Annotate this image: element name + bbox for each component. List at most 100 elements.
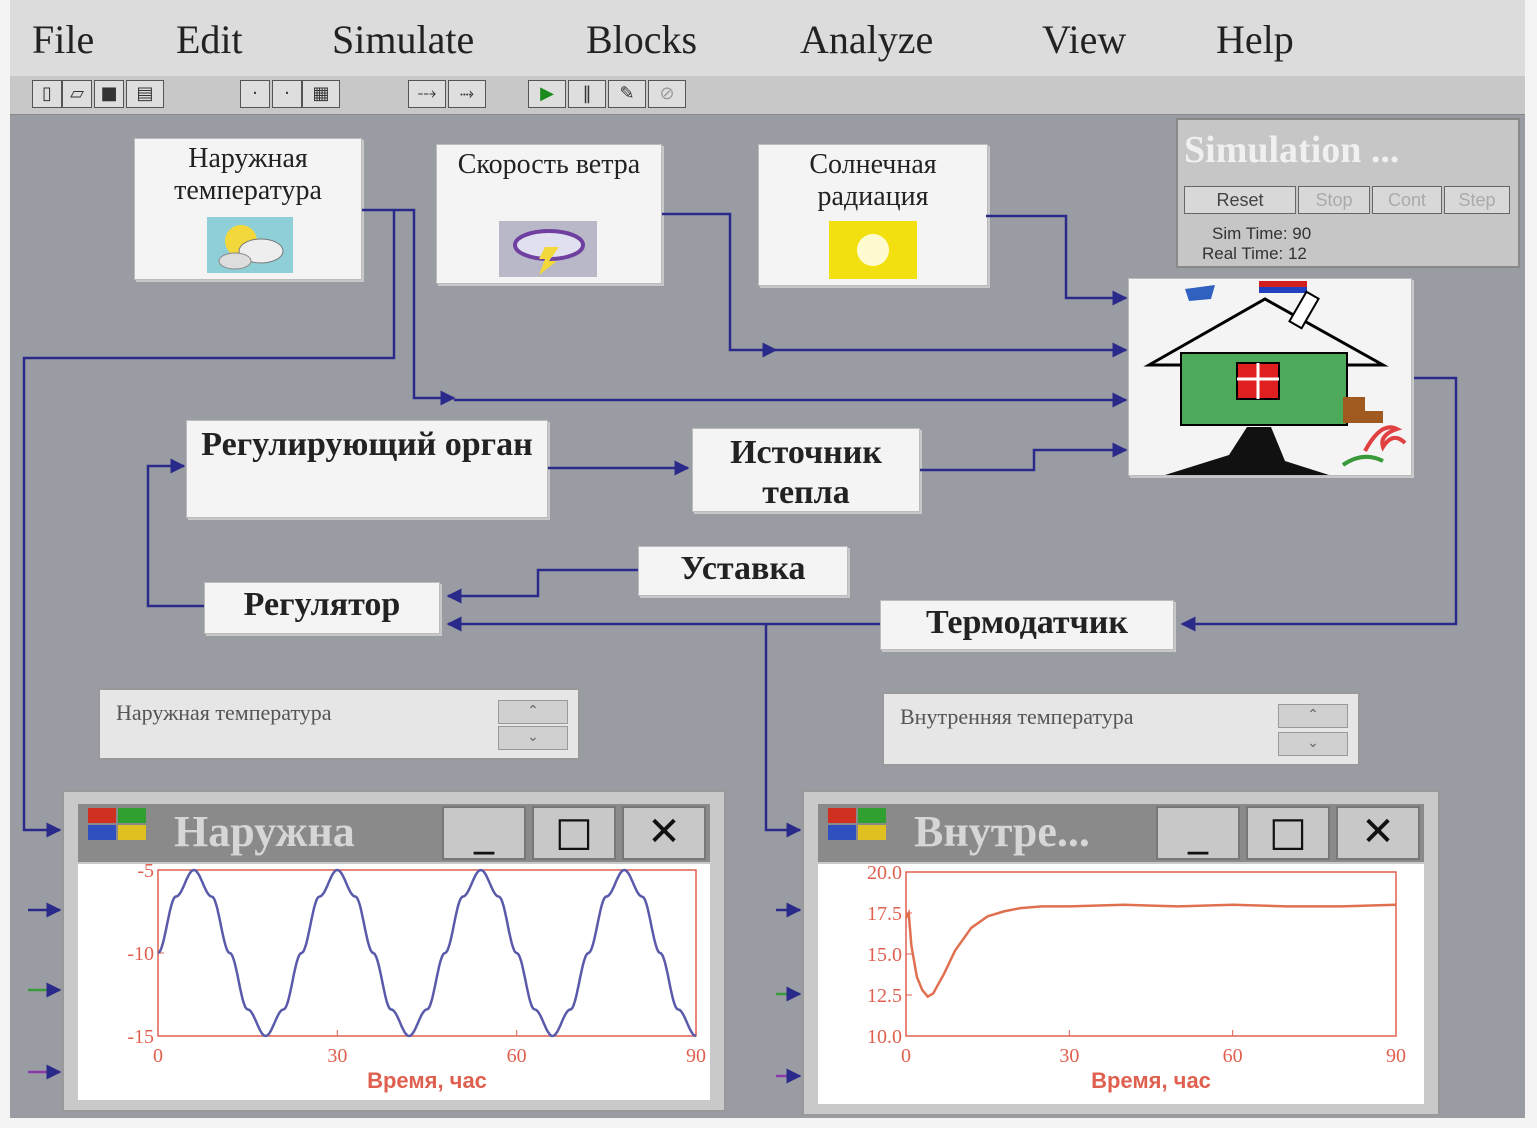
minimize-icon[interactable]: _ <box>1156 806 1240 860</box>
block-setpoint-label: Уставка <box>680 550 806 587</box>
stop-button[interactable]: Stop <box>1298 186 1370 214</box>
close-icon[interactable]: ✕ <box>622 806 706 860</box>
plot-frame <box>157 869 697 1037</box>
y-tick-label: 12.5 <box>867 985 902 1007</box>
plot-area: 20.0 17.5 15.0 12.5 10.0 0 30 60 90 Время, час <box>818 864 1424 1104</box>
x-tick-label: 30 <box>327 1045 347 1067</box>
step-button[interactable]: Step <box>1444 186 1510 214</box>
reset-button[interactable]: Reset <box>1184 186 1296 214</box>
outside-temp-selector-text: Наружная температура <box>116 700 332 725</box>
house-block[interactable] <box>1128 278 1412 476</box>
block-heat-source-label: Источник тепла <box>730 434 882 511</box>
outside-temp-chart: -5 -10 -150 30 60 90 Время, час <box>127 864 706 1093</box>
copy-icon[interactable]: · <box>272 80 302 108</box>
x-tick-label: 90 <box>686 1045 706 1067</box>
simulation-title: Simulation ... <box>1184 129 1400 171</box>
block-thermosensor[interactable]: Термодатчик <box>880 600 1174 650</box>
block-regulator-label: Регулятор <box>243 586 401 623</box>
series-line <box>904 903 1397 999</box>
real-time: Real Time: 12 <box>1202 244 1307 263</box>
menu-edit[interactable]: Edit <box>176 16 243 63</box>
y-tick-label: -15 <box>127 1026 154 1048</box>
x-tick-label: 0 <box>153 1045 163 1067</box>
x-tick-label: 30 <box>1059 1045 1079 1067</box>
paste-icon[interactable]: ▦ <box>302 80 340 108</box>
spin-down-icon[interactable]: ⌄ <box>498 726 568 750</box>
plot-frame <box>905 871 1397 1037</box>
windows-logo-icon <box>88 808 146 840</box>
print-icon[interactable]: ▤ <box>126 80 164 108</box>
y-tick-label: 17.5 <box>867 903 902 925</box>
windows-logo-icon <box>828 808 886 840</box>
house-icon <box>1143 281 1407 475</box>
x-axis-label: Время, час <box>367 1068 487 1093</box>
menu-simulate[interactable]: Simulate <box>332 16 474 63</box>
inside-temp-chart: 20.0 17.5 15.0 12.5 10.00 30 60 90 Время, час <box>867 864 1406 1093</box>
plot-titlebar: Наружна _ □ ✕ <box>78 804 710 862</box>
align-left-icon[interactable]: ⤏ <box>408 80 446 108</box>
close-icon[interactable]: ✕ <box>1336 806 1420 860</box>
align-right-icon[interactable]: ⤑ <box>448 80 486 108</box>
y-tick-label: 10.0 <box>867 1026 902 1048</box>
block-setpoint[interactable]: Уставка <box>638 546 848 596</box>
simulation-panel: Simulation ... Reset Stop Cont Step Sim … <box>1176 118 1520 268</box>
block-thermosensor-label: Термодатчик <box>926 604 1128 641</box>
outside-temp-selector[interactable]: Наружная температура ⌃ ⌄ <box>98 688 580 760</box>
menu-bar: File Edit Simulate Blocks Analyze View H… <box>10 0 1525 76</box>
y-tick-label: -5 <box>137 864 154 882</box>
pause-icon[interactable]: ‖ <box>568 80 606 108</box>
block-wind-speed-label: Скорость ветра <box>457 149 641 180</box>
block-outside-temperature-label: Наружная температура <box>174 143 322 206</box>
block-heat-source[interactable]: Источник тепла <box>692 428 920 512</box>
maximize-icon[interactable]: □ <box>1246 806 1330 860</box>
toolbar: ▯ ▱ ■ ▤ · · ▦ ⤏ ⤑ ▶ ‖ ✎ ⊘ <box>10 76 1525 115</box>
x-tick-label: 90 <box>1386 1045 1406 1067</box>
x-tick-label: 60 <box>1223 1045 1243 1067</box>
x-tick-label: 0 <box>901 1045 911 1067</box>
plot-title: Наружна <box>174 807 355 856</box>
block-regulator[interactable]: Регулятор <box>204 582 440 634</box>
x-axis-label: Время, час <box>1091 1068 1211 1093</box>
x-tick-label: 60 <box>507 1045 527 1067</box>
y-tick-label: 15.0 <box>867 944 902 966</box>
open-file-icon[interactable]: ▱ <box>62 80 92 108</box>
sun-icon <box>829 221 917 279</box>
block-solar-radiation-label: Солнечная радиация <box>809 149 937 212</box>
maximize-icon[interactable]: □ <box>532 806 616 860</box>
cut-icon[interactable]: · <box>240 80 270 108</box>
menu-view[interactable]: View <box>1042 16 1126 63</box>
plot-area: -5 -10 -15 0 30 60 90 Время, час <box>78 864 710 1100</box>
plot-title: Внутре... <box>914 807 1090 856</box>
new-file-icon[interactable]: ▯ <box>32 80 62 108</box>
spin-up-icon[interactable]: ⌃ <box>1278 704 1348 728</box>
sim-time: Sim Time: 90 <box>1212 224 1312 243</box>
y-tick-label: 20.0 <box>867 864 902 884</box>
menu-file[interactable]: File <box>32 16 94 63</box>
stop-icon[interactable]: ⊘ <box>648 80 686 108</box>
minimize-icon[interactable]: _ <box>442 806 526 860</box>
block-solar-radiation[interactable]: Солнечная радиация <box>758 144 988 286</box>
app-window: File Edit Simulate Blocks Analyze View H… <box>10 0 1525 1118</box>
spin-up-icon[interactable]: ⌃ <box>498 700 568 724</box>
plot-titlebar: Внутре... _ □ ✕ <box>818 804 1424 862</box>
cont-button[interactable]: Cont <box>1372 186 1442 214</box>
block-outside-temperature[interactable]: Наружная температура <box>134 138 362 280</box>
inside-temp-selector-text: Внутренняя температура <box>900 704 1134 729</box>
spin-down-icon[interactable]: ⌄ <box>1278 732 1348 756</box>
step-icon[interactable]: ✎ <box>608 80 646 108</box>
partly-cloudy-icon <box>207 217 293 273</box>
save-icon[interactable]: ■ <box>94 80 124 108</box>
block-actuator[interactable]: Регулирующий орган <box>186 420 548 518</box>
outside-temp-plot-window: Наружна _ □ ✕ -5 -10 -15 0 30 60 90 Время, час <box>62 790 726 1112</box>
menu-analyze[interactable]: Analyze <box>800 16 933 63</box>
storm-cloud-icon <box>499 221 597 277</box>
y-tick-label: -10 <box>127 943 154 965</box>
block-wind-speed[interactable]: Скорость ветра <box>436 144 662 284</box>
run-icon[interactable]: ▶ <box>528 80 566 108</box>
inside-temp-selector[interactable]: Внутренняя температура ⌃ ⌄ <box>882 692 1360 766</box>
menu-help[interactable]: Help <box>1216 16 1294 63</box>
block-actuator-label: Регулирующий орган <box>201 426 533 463</box>
inside-temp-plot-window: Внутре... _ □ ✕ 20.0 17.5 15.0 12.5 10.0 0 30 6… <box>802 790 1440 1116</box>
series-line <box>157 868 697 1038</box>
menu-blocks[interactable]: Blocks <box>586 16 697 63</box>
